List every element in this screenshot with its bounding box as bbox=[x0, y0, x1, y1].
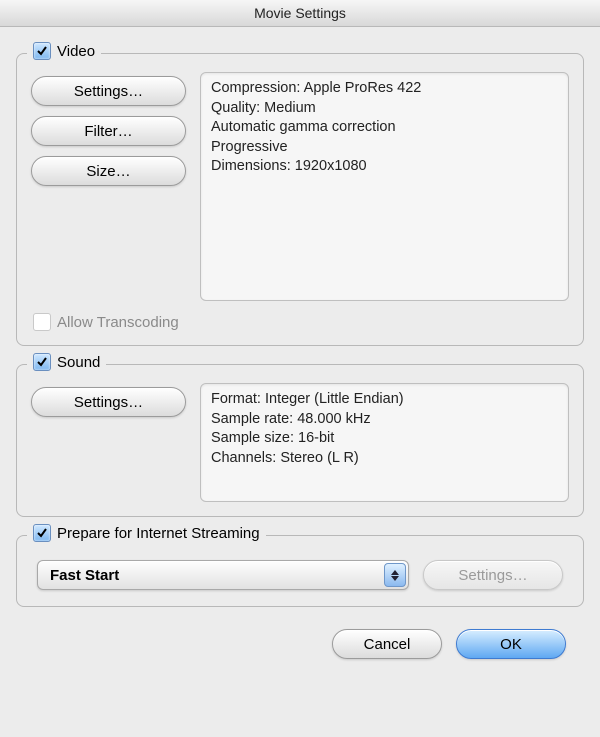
sound-info-box: Format: Integer (Little Endian) Sample r… bbox=[200, 383, 569, 502]
sound-format: Format: Integer (Little Endian) bbox=[211, 390, 558, 410]
video-group: Video Settings… Filter… Size… Compressio… bbox=[16, 53, 584, 346]
streaming-group: Prepare for Internet Streaming Fast Star… bbox=[16, 535, 584, 607]
video-checkbox[interactable] bbox=[33, 42, 51, 60]
streaming-legend-label: Prepare for Internet Streaming bbox=[57, 525, 260, 542]
allow-transcoding-checkbox[interactable] bbox=[33, 313, 51, 331]
cancel-button[interactable]: Cancel bbox=[332, 629, 442, 659]
video-info-box: Compression: Apple ProRes 422 Quality: M… bbox=[200, 72, 569, 301]
video-gamma: Automatic gamma correction bbox=[211, 118, 558, 138]
sound-sample-rate: Sample rate: 48.000 kHz bbox=[211, 410, 558, 430]
video-dimensions: Dimensions: 1920x1080 bbox=[211, 157, 558, 177]
ok-button[interactable]: OK bbox=[456, 629, 566, 659]
streaming-mode-value: Fast Start bbox=[50, 567, 119, 584]
sound-group: Sound Settings… Format: Integer (Little … bbox=[16, 364, 584, 517]
sound-sample-size: Sample size: 16-bit bbox=[211, 429, 558, 449]
allow-transcoding-label: Allow Transcoding bbox=[57, 314, 179, 331]
video-legend-label: Video bbox=[57, 43, 95, 60]
sound-channels: Channels: Stereo (L R) bbox=[211, 449, 558, 469]
streaming-checkbox[interactable] bbox=[33, 524, 51, 542]
sound-settings-button[interactable]: Settings… bbox=[31, 387, 186, 417]
popup-arrows-icon bbox=[384, 563, 406, 587]
video-compression: Compression: Apple ProRes 422 bbox=[211, 79, 558, 99]
video-quality: Quality: Medium bbox=[211, 99, 558, 119]
video-size-button[interactable]: Size… bbox=[31, 156, 186, 186]
sound-legend-label: Sound bbox=[57, 354, 100, 371]
video-filter-button[interactable]: Filter… bbox=[31, 116, 186, 146]
window-title: Movie Settings bbox=[0, 0, 600, 27]
video-scan: Progressive bbox=[211, 138, 558, 158]
sound-checkbox[interactable] bbox=[33, 353, 51, 371]
video-settings-button[interactable]: Settings… bbox=[31, 76, 186, 106]
streaming-settings-button: Settings… bbox=[423, 560, 563, 590]
streaming-mode-popup[interactable]: Fast Start bbox=[37, 560, 409, 590]
